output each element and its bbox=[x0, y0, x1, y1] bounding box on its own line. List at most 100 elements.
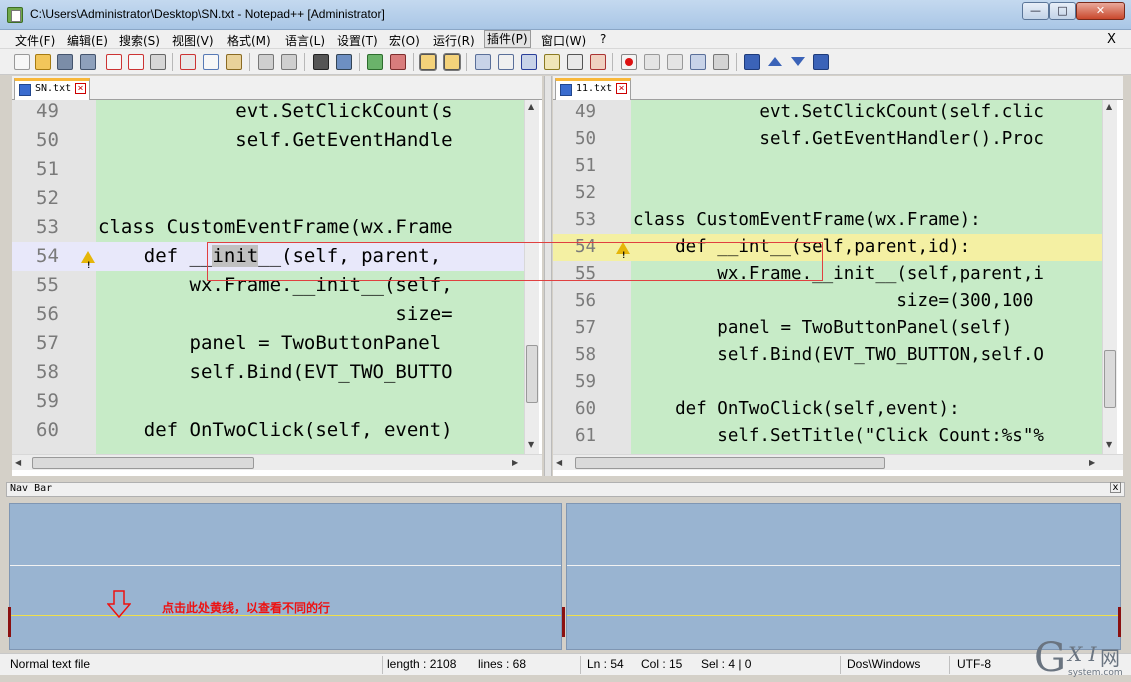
nav-line-white[interactable] bbox=[567, 565, 1120, 566]
code-line[interactable]: 54 def __int__(self,parent,id): bbox=[553, 234, 1102, 270]
menu-search[interactable]: 搜索(S) bbox=[119, 32, 160, 49]
code-line[interactable]: 57 panel = TwoButtonPanel bbox=[12, 329, 524, 358]
nav-bar-close-icon[interactable]: x bbox=[1110, 482, 1121, 493]
show-all-characters-icon[interactable] bbox=[498, 54, 514, 70]
run-macro-multiple-icon[interactable] bbox=[690, 54, 706, 70]
close-window-button[interactable]: ✕ bbox=[1076, 2, 1125, 20]
stop-recording-icon[interactable] bbox=[644, 54, 660, 70]
menu-language[interactable]: 语言(L) bbox=[285, 32, 325, 49]
nav-line-white[interactable] bbox=[10, 565, 561, 566]
save-all-icon[interactable] bbox=[80, 54, 96, 70]
code-line[interactable]: 50 self.GetEventHandle bbox=[12, 126, 524, 155]
function-list-icon[interactable] bbox=[590, 54, 606, 70]
new-file-icon[interactable] bbox=[14, 54, 30, 70]
code-line[interactable]: 59 bbox=[12, 387, 524, 416]
code-line[interactable]: 52 bbox=[12, 184, 524, 213]
menu-run[interactable]: 运行(R) bbox=[433, 32, 475, 49]
code-line[interactable]: 53 class CustomEventFrame(wx.Frame bbox=[12, 213, 524, 242]
redo-icon[interactable] bbox=[281, 54, 297, 70]
last-difference-icon[interactable] bbox=[813, 54, 829, 70]
menu-window[interactable]: 窗口(W) bbox=[541, 32, 586, 49]
compare-icon[interactable] bbox=[744, 54, 760, 70]
scroll-thumb[interactable] bbox=[1104, 350, 1116, 408]
scroll-thumb[interactable] bbox=[575, 457, 885, 469]
scroll-down-arrow-icon[interactable]: ▼ bbox=[1106, 440, 1112, 449]
record-macro-icon[interactable] bbox=[621, 54, 637, 70]
nav-bar-right-panel[interactable] bbox=[562, 503, 1121, 650]
code-line[interactable]: 54 def __init__(self, parent, bbox=[12, 242, 524, 281]
scroll-thumb[interactable] bbox=[526, 345, 538, 403]
paste-icon[interactable] bbox=[226, 54, 242, 70]
tab-11-txt[interactable]: 11.txt × bbox=[555, 78, 631, 100]
right-horizontal-scrollbar[interactable]: ◀ ▶ bbox=[553, 454, 1123, 470]
code-line[interactable]: 56 size= bbox=[12, 300, 524, 329]
menu-view[interactable]: 视图(V) bbox=[172, 32, 214, 49]
right-code-area[interactable]: 49 evt.SetClickCount(self.clic 50 self.Ge… bbox=[553, 100, 1102, 454]
left-code-area[interactable]: 49 evt.SetClickCount(s 50 self.GetEventHa… bbox=[12, 100, 524, 454]
code-line[interactable]: 55 wx.Frame.__init__(self,parent,i bbox=[553, 261, 1102, 288]
open-file-icon[interactable] bbox=[35, 54, 51, 70]
scroll-up-arrow-icon[interactable]: ▲ bbox=[528, 102, 534, 111]
code-line[interactable]: 60 def OnTwoClick(self,event): bbox=[553, 396, 1102, 423]
document-map-icon[interactable] bbox=[567, 54, 583, 70]
nav-line-yellow[interactable] bbox=[567, 615, 1120, 616]
code-line[interactable]: 51 bbox=[12, 155, 524, 184]
code-line[interactable]: 61 self.SetTitle("Click Count:%s"% bbox=[553, 423, 1102, 450]
code-line[interactable]: 50 self.GetEventHandler().Proc bbox=[553, 126, 1102, 153]
scroll-right-arrow-icon[interactable]: ▶ bbox=[1089, 458, 1095, 467]
code-line[interactable]: 57 panel = TwoButtonPanel(self) bbox=[553, 315, 1102, 342]
nav-bar-left-panel[interactable] bbox=[8, 503, 562, 650]
undo-icon[interactable] bbox=[258, 54, 274, 70]
scroll-left-arrow-icon[interactable]: ◀ bbox=[556, 458, 562, 467]
code-line[interactable]: 60 def OnTwoClick(self, event) bbox=[12, 416, 524, 445]
sync-vertical-scroll-icon[interactable] bbox=[419, 53, 437, 71]
menu-edit[interactable]: 编辑(E) bbox=[67, 32, 108, 49]
scroll-up-arrow-icon[interactable]: ▲ bbox=[1106, 102, 1112, 111]
cut-icon[interactable] bbox=[180, 54, 196, 70]
pane-splitter[interactable] bbox=[544, 76, 552, 476]
playback-icon[interactable] bbox=[667, 54, 683, 70]
close-all-icon[interactable] bbox=[128, 54, 144, 70]
tab-close-icon[interactable]: × bbox=[75, 83, 86, 94]
copy-icon[interactable] bbox=[203, 54, 219, 70]
find-icon[interactable] bbox=[313, 54, 329, 70]
code-line[interactable]: 53 class CustomEventFrame(wx.Frame): bbox=[553, 207, 1102, 234]
menu-macro[interactable]: 宏(O) bbox=[389, 32, 420, 49]
save-icon[interactable] bbox=[57, 54, 73, 70]
code-line[interactable]: 59 bbox=[553, 369, 1102, 396]
save-macro-icon[interactable] bbox=[713, 54, 729, 70]
menu-help[interactable]: ? bbox=[600, 32, 606, 46]
code-line[interactable]: 52 bbox=[553, 180, 1102, 207]
tab-close-icon[interactable]: × bbox=[616, 83, 627, 94]
maximize-button[interactable]: □ bbox=[1049, 2, 1076, 20]
code-line[interactable]: 55 wx.Frame.__init__(self, bbox=[12, 271, 524, 300]
replace-icon[interactable] bbox=[336, 54, 352, 70]
zoom-in-icon[interactable] bbox=[367, 54, 383, 70]
close-file-icon[interactable] bbox=[106, 54, 122, 70]
scroll-left-arrow-icon[interactable]: ◀ bbox=[15, 458, 21, 467]
user-defined-language-icon[interactable] bbox=[544, 54, 560, 70]
menu-format[interactable]: 格式(M) bbox=[227, 32, 271, 49]
code-line[interactable]: 49 evt.SetClickCount(self.clic bbox=[553, 100, 1102, 126]
menu-file[interactable]: 文件(F) bbox=[15, 32, 55, 49]
left-vertical-scrollbar[interactable]: ▲ ▼ bbox=[524, 100, 539, 454]
code-line[interactable]: 51 bbox=[553, 153, 1102, 180]
print-icon[interactable] bbox=[150, 54, 166, 70]
minimize-button[interactable]: — bbox=[1022, 2, 1049, 20]
code-line[interactable]: 56 size=(300,100 bbox=[553, 288, 1102, 315]
code-line[interactable]: 58 self.Bind(EVT_TWO_BUTTON,self.O bbox=[553, 342, 1102, 369]
close-document-button[interactable]: X bbox=[1107, 32, 1116, 47]
zoom-out-icon[interactable] bbox=[390, 54, 406, 70]
scroll-right-arrow-icon[interactable]: ▶ bbox=[512, 458, 518, 467]
code-line[interactable]: 58 self.Bind(EVT_TWO_BUTTO bbox=[12, 358, 524, 387]
sync-horizontal-scroll-icon[interactable] bbox=[443, 53, 461, 71]
indent-guide-icon[interactable] bbox=[521, 54, 537, 70]
code-line[interactable]: 49 evt.SetClickCount(s bbox=[12, 100, 524, 126]
right-vertical-scrollbar[interactable]: ▲ ▼ bbox=[1102, 100, 1117, 454]
tab-sn-txt[interactable]: SN.txt × bbox=[14, 78, 90, 100]
menu-plugins[interactable]: 插件(P) bbox=[484, 30, 531, 48]
next-difference-icon[interactable] bbox=[790, 54, 806, 70]
scroll-thumb[interactable] bbox=[32, 457, 254, 469]
previous-difference-icon[interactable] bbox=[767, 54, 783, 70]
left-horizontal-scrollbar[interactable]: ◀ ▶ bbox=[12, 454, 542, 470]
